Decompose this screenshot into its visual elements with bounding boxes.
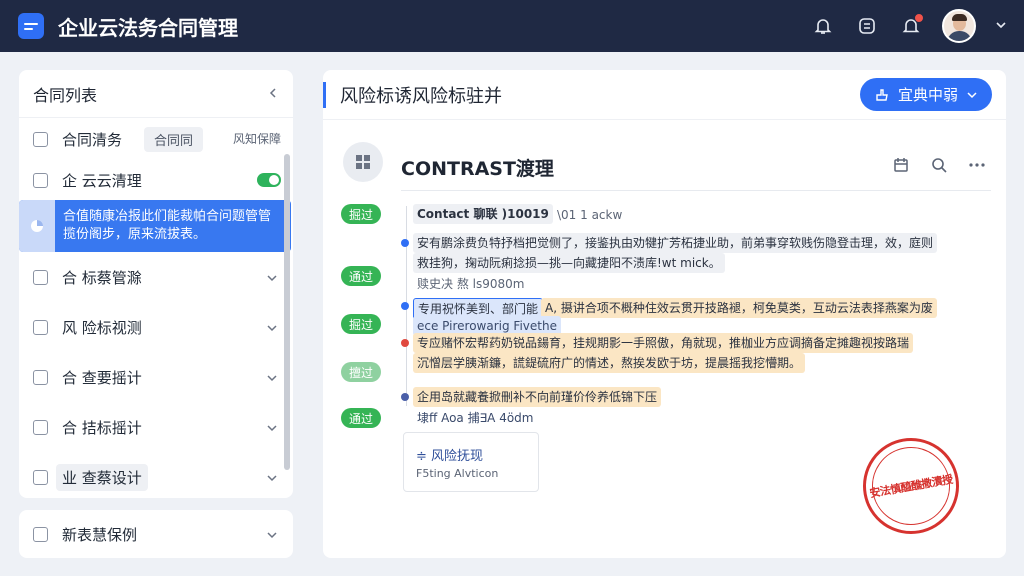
contract-list-panel: 合同列表 合同清务 合同同 风知保障 企 云云清理 合值随康冶报此们能裁帕合问题…	[19, 70, 293, 498]
risk-review-panel: 风险标诱风险标驻并 宜典中弱 CONTRAST渡理 掘过 通过 掘过 擅过 通过…	[323, 70, 1006, 558]
timeline-dot	[401, 239, 409, 247]
chevron-down-icon[interactable]	[265, 270, 279, 289]
chevron-down-icon	[967, 91, 977, 98]
list-item-label: 企 云云清理	[62, 171, 142, 190]
top-icons	[810, 0, 1008, 52]
timeline-dot	[401, 393, 409, 401]
primary-action-label: 宜典中弱	[897, 86, 958, 104]
list-item-selected[interactable]: 合值随康冶报此们能裁帕合问题管管 揽份阁步，原来流拔表。	[19, 200, 291, 252]
list-item-label: 风 险标视测	[62, 318, 142, 337]
list-item[interactable]: 合同清务 合同同 风知保障	[19, 118, 293, 160]
bell-icon[interactable]	[810, 13, 836, 39]
list-item[interactable]: 合 拮标摇计	[19, 402, 293, 452]
chevron-down-icon[interactable]	[265, 470, 279, 489]
notification-badge	[914, 13, 924, 23]
checkbox[interactable]	[33, 172, 48, 188]
approval-stamp: 安法慎醯醮撒漬授	[855, 430, 967, 542]
warning-text: 沉憎层学胰渐鐮，謊鍉硫府广的情述，熬挨发欧于坊，提晨摇我挖懵期。	[413, 353, 806, 373]
timeline-head-meta: \01 1 ackw	[557, 208, 623, 222]
divider	[401, 190, 991, 191]
timeline-text: 安有鹏涂费负特抒档把觉侧了，接鉴执由劝犍扩芳柘捷业助，前弟事穿软贱伤隐登击理，效…	[413, 233, 938, 253]
risk-card-title: ≑ 风险抚现	[416, 449, 484, 464]
warning-text: 企用岛就藏養掀刪补不向前瑾价伶养低锦下压	[413, 387, 662, 407]
status-pill: 通过	[341, 266, 381, 286]
primary-action-button[interactable]: 宜典中弱	[859, 78, 992, 111]
selected-item-text: 合值随康冶报此们能裁帕合问题管管 揽份阁步，原来流拔表。	[63, 209, 272, 242]
stamp-text: 安法慎醯醮撒漬授	[865, 468, 957, 504]
scrollbar[interactable]	[284, 154, 290, 470]
checkbox[interactable]	[33, 131, 48, 147]
hand-icon	[876, 88, 888, 101]
timeline-head-title: Contact 聊联 )1001​9	[413, 204, 553, 224]
chevron-down-icon[interactable]	[265, 320, 279, 339]
status-tag: 合同同	[144, 126, 204, 152]
warning-text: A, 摄讲合项不概种住效云贯开技路褪，柯免莫类，互动云法表择燕案为废	[541, 298, 937, 318]
app-logo-icon[interactable]	[18, 13, 44, 39]
contract-list-title: 合同列表	[33, 85, 98, 105]
checkbox[interactable]	[33, 526, 48, 542]
list-item[interactable]: 合 查要摇计	[19, 352, 293, 402]
document-icon	[343, 142, 383, 182]
document-toolbar	[892, 156, 986, 178]
status-pill: 通过	[341, 408, 381, 428]
list-item-label: 合 查要摇计	[62, 368, 142, 387]
panel-title: 风险标诱风险标驻并	[340, 85, 502, 107]
avatar[interactable]	[942, 9, 976, 43]
list-item[interactable]: 业 查蔡设计	[19, 452, 293, 502]
checkbox[interactable]	[33, 269, 48, 285]
pie-chart-icon	[19, 200, 55, 252]
list-item-meta: 风知保障	[232, 132, 281, 146]
top-bar: 企业云法务合同管理	[0, 0, 1024, 52]
timeline-meta: 埭ff Aoa 捕∃A 4ödm	[417, 411, 534, 425]
list-item[interactable]: 新表慧保例	[19, 510, 293, 558]
notification-icon[interactable]	[898, 13, 924, 39]
calendar-icon[interactable]	[892, 156, 910, 178]
timeline-dot	[401, 302, 409, 310]
list-item[interactable]: 企 云云清理	[19, 160, 293, 200]
panel-header: 风险标诱风险标驻并 宜典中弱	[323, 70, 1006, 120]
warning-text: 专应赌怀宏帮药奶锐品鍚育，挂规期影一手照傲，角就现，推枷业方应调摘备定摊趣视按路…	[413, 333, 914, 353]
app-title: 企业云法务合同管理	[58, 15, 238, 40]
status-pill: 擅过	[341, 362, 381, 382]
risk-card[interactable]: ≑ 风险抚现 F5ting Alvticon	[403, 432, 539, 492]
checkbox[interactable]	[33, 369, 48, 385]
list-item-label: 业 查蔡设计	[56, 463, 148, 491]
risk-card-sub: F5ting Alvticon	[416, 467, 499, 480]
list-item-label: 新表慧保例	[62, 525, 138, 544]
list-item[interactable]: 风 险标视测	[19, 302, 293, 352]
chevron-down-icon[interactable]	[994, 17, 1008, 36]
timeline-dot	[401, 339, 409, 347]
timeline-meta: 赎史决 熬 ls9080m	[417, 277, 525, 291]
chevron-down-icon[interactable]	[265, 370, 279, 389]
collapse-icon[interactable]	[267, 84, 279, 103]
status-pill: 掘过	[341, 314, 381, 334]
checkbox[interactable]	[33, 419, 48, 435]
chevron-down-icon[interactable]	[265, 420, 279, 439]
message-icon[interactable]	[854, 13, 880, 39]
status-pill: 掘过	[341, 204, 381, 224]
document-title: CONTRAST渡理	[401, 158, 554, 180]
accent-bar	[323, 81, 326, 108]
checkbox[interactable]	[33, 469, 48, 485]
list-item-label: 合同清务	[62, 130, 123, 149]
chevron-down-icon[interactable]	[265, 527, 279, 546]
contract-list-header: 合同列表	[19, 70, 293, 118]
timeline-text: 救挂狗，掬动阮痢捻损—挑—向藏捷阳不渍库!wt mick。	[413, 253, 725, 273]
more-icon[interactable]	[968, 156, 986, 178]
toggle-switch[interactable]	[257, 173, 281, 187]
search-icon[interactable]	[930, 156, 948, 178]
list-item[interactable]: 合 标蔡管滁	[19, 252, 293, 302]
checkbox[interactable]	[33, 319, 48, 335]
list-item-label: 合 标蔡管滁	[62, 268, 142, 287]
list-item-label: 合 拮标摇计	[62, 418, 142, 437]
